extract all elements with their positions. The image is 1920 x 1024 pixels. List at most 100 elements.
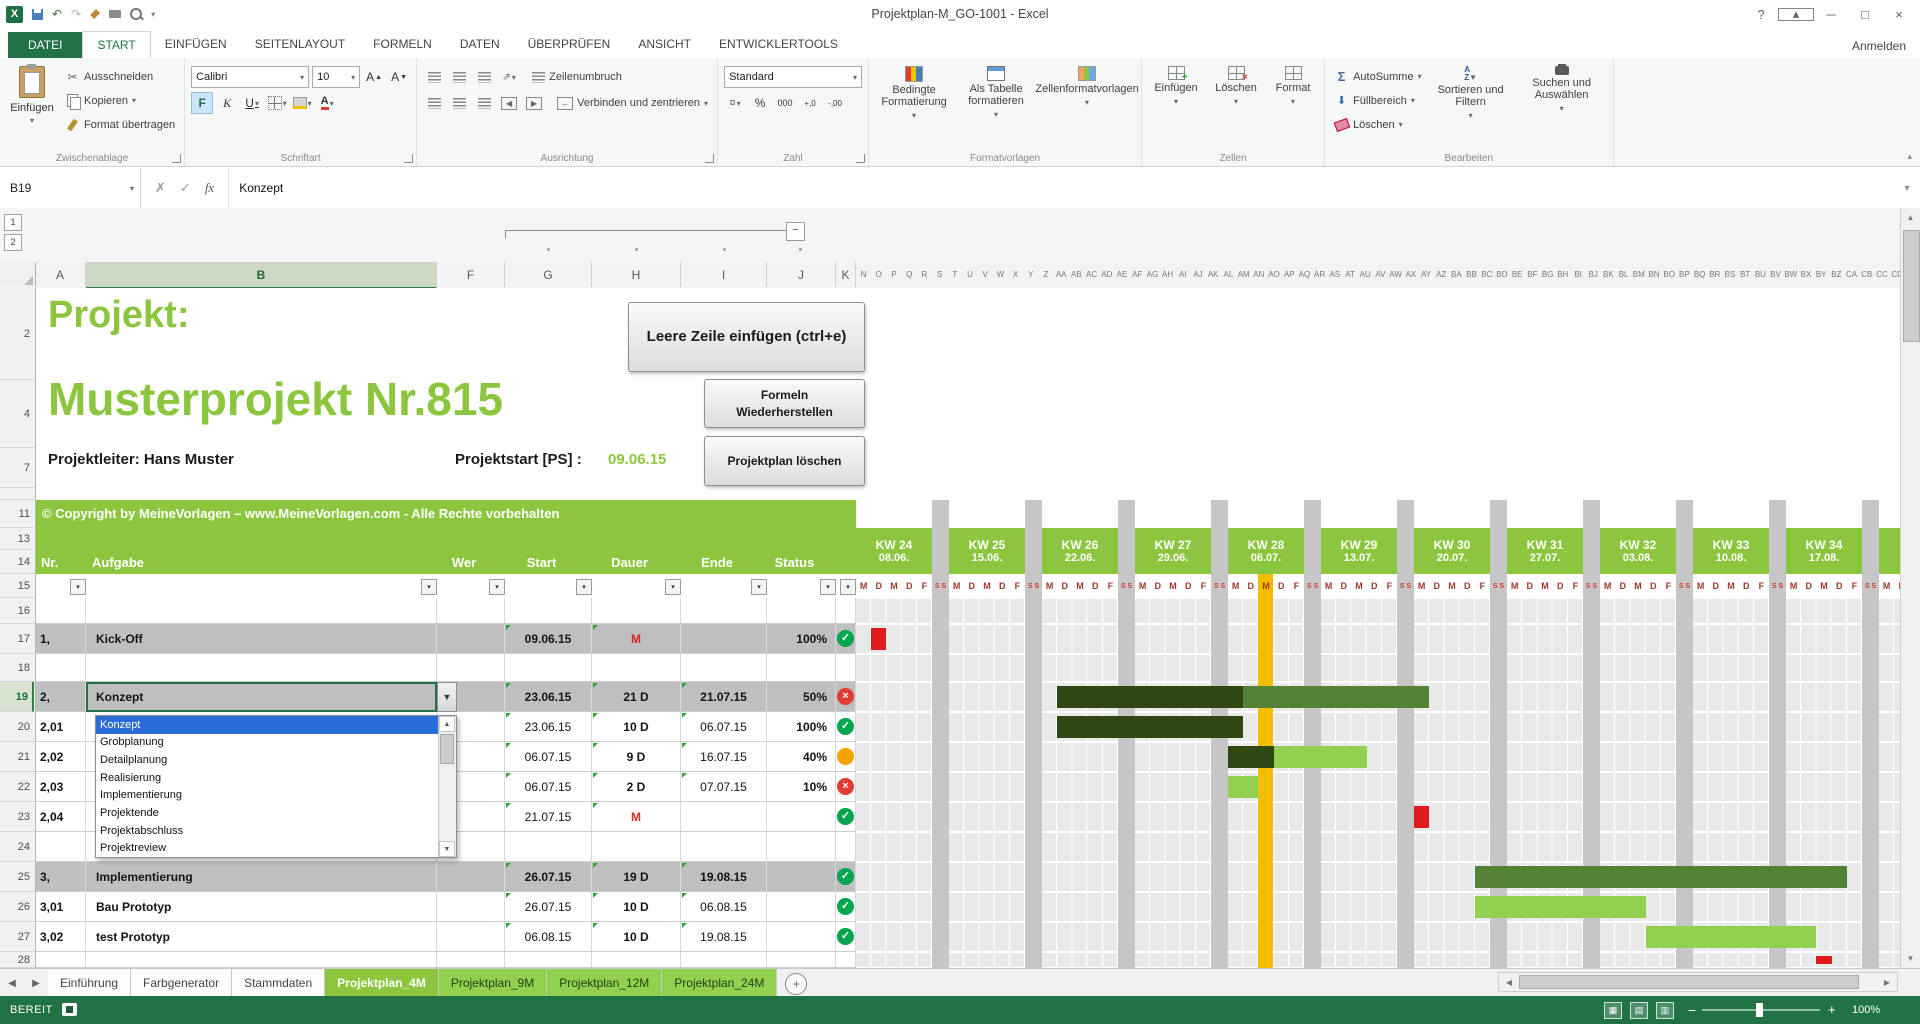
column-header-AB[interactable]: AB bbox=[1069, 262, 1084, 287]
sort-filter-button[interactable]: AZ▼ Sortieren und Filtern▾ bbox=[1429, 62, 1513, 122]
cell-I26[interactable]: 06.08.15 bbox=[681, 892, 767, 921]
cell-B17[interactable]: Kick-Off bbox=[86, 624, 437, 653]
dropdown-item[interactable]: Konzept bbox=[96, 716, 438, 734]
filter-button-B[interactable]: ▾ bbox=[421, 579, 437, 595]
cell-J25[interactable] bbox=[767, 862, 836, 891]
ribbon-tab-entwicklertools[interactable]: ENTWICKLERTOOLS bbox=[705, 31, 852, 57]
formula-input[interactable]: Konzept bbox=[229, 168, 1894, 208]
cell-H26[interactable]: 10 D bbox=[592, 892, 681, 921]
dropdown-item[interactable]: Realisierung bbox=[96, 769, 438, 787]
align-bottom-button[interactable] bbox=[473, 66, 495, 88]
clear-button[interactable]: Löschen▾ bbox=[1331, 114, 1425, 135]
cell-K26[interactable]: ✓ bbox=[836, 892, 856, 921]
dropdown-item[interactable]: Projektende bbox=[96, 804, 438, 822]
row-header-16[interactable]: 16 bbox=[0, 598, 34, 624]
cancel-formula-icon[interactable]: ✗ bbox=[155, 180, 166, 196]
delete-cells-button[interactable]: × Löschen▾ bbox=[1208, 62, 1264, 108]
column-header-AN[interactable]: AN bbox=[1251, 262, 1266, 287]
scrollbar-thumb[interactable] bbox=[1519, 975, 1859, 989]
name-box-arrow-icon[interactable]: ▾ bbox=[130, 184, 140, 193]
gantt-row-cells-26[interactable] bbox=[856, 893, 1900, 921]
row-header-2[interactable]: 2 bbox=[0, 288, 34, 380]
sheet-tab-projektplan_9m[interactable]: Projektplan_9M bbox=[439, 969, 547, 997]
row-header-25[interactable]: 25 bbox=[0, 862, 34, 892]
column-header-BZ[interactable]: BZ bbox=[1829, 262, 1844, 287]
cell-K27[interactable]: ✓ bbox=[836, 922, 856, 951]
column-header-Q[interactable]: Q bbox=[902, 262, 917, 287]
column-header-W[interactable]: W bbox=[993, 262, 1008, 287]
cell-H18[interactable] bbox=[592, 654, 681, 681]
column-header-Y[interactable]: Y bbox=[1023, 262, 1038, 287]
sheet-tab-stammdaten[interactable]: Stammdaten bbox=[232, 969, 325, 997]
cell-J27[interactable] bbox=[767, 922, 836, 951]
wrap-text-button[interactable]: Zeilenumbruch bbox=[529, 67, 625, 88]
cell-J21[interactable]: 40% bbox=[767, 742, 836, 771]
cell-J20[interactable]: 100% bbox=[767, 712, 836, 741]
cell-H24[interactable] bbox=[592, 832, 681, 861]
cell-K16[interactable] bbox=[836, 598, 856, 623]
cell-J23[interactable] bbox=[767, 802, 836, 831]
column-header-BF[interactable]: BF bbox=[1525, 262, 1540, 287]
cell-I24[interactable] bbox=[681, 832, 767, 861]
thousands-format-button[interactable]: 000 bbox=[774, 92, 796, 114]
column-header-AL[interactable]: AL bbox=[1221, 262, 1236, 287]
cell-G21[interactable]: 06.07.15 bbox=[505, 742, 592, 771]
cell-G23[interactable]: 21.07.15 bbox=[505, 802, 592, 831]
column-header-Z[interactable]: Z bbox=[1038, 262, 1053, 287]
scrollbar-thumb[interactable] bbox=[1903, 230, 1920, 342]
dialog-launcher-icon[interactable] bbox=[404, 154, 413, 163]
cell-G26[interactable]: 26.07.15 bbox=[505, 892, 592, 921]
name-box[interactable]: B19▾ bbox=[0, 168, 141, 208]
fill-color-button[interactable]: ▾ bbox=[291, 92, 313, 114]
enter-formula-icon[interactable]: ✓ bbox=[180, 180, 191, 196]
row-header-19[interactable]: 19 bbox=[0, 682, 34, 712]
column-header-BL[interactable]: BL bbox=[1616, 262, 1631, 287]
number-format-combo[interactable]: Standard▾ bbox=[724, 66, 862, 88]
cell-K24[interactable] bbox=[836, 832, 856, 861]
cell-G28[interactable] bbox=[505, 952, 592, 967]
cell-F25[interactable] bbox=[437, 862, 505, 891]
column-header-BC[interactable]: BC bbox=[1479, 262, 1494, 287]
row-header-hidden[interactable] bbox=[0, 488, 34, 500]
column-header-AG[interactable]: AG bbox=[1145, 262, 1160, 287]
copy-button[interactable]: Kopieren▾ bbox=[62, 90, 178, 111]
cell-K22[interactable]: × bbox=[836, 772, 856, 801]
cell-G27[interactable]: 06.08.15 bbox=[505, 922, 592, 951]
insert-function-icon[interactable]: fx bbox=[205, 180, 214, 196]
column-header-BJ[interactable]: BJ bbox=[1586, 262, 1601, 287]
column-header-AC[interactable]: AC bbox=[1084, 262, 1099, 287]
minimize-button[interactable]: ─ bbox=[1814, 7, 1848, 22]
cell-G24[interactable] bbox=[505, 832, 592, 861]
row-header-27[interactable]: 27 bbox=[0, 922, 34, 952]
zoom-out-icon[interactable]: − bbox=[1688, 996, 1696, 1024]
fill-button[interactable]: ⬇Füllbereich▾ bbox=[1331, 90, 1425, 111]
cell-I23[interactable] bbox=[681, 802, 767, 831]
cut-button[interactable]: ✂Ausschneiden bbox=[62, 66, 178, 87]
cell-I19[interactable]: 21.07.15 bbox=[681, 682, 767, 711]
column-header-S[interactable]: S bbox=[932, 262, 947, 287]
sheet-tab-farbgenerator[interactable]: Farbgenerator bbox=[131, 969, 232, 997]
gantt-row-cells-17[interactable] bbox=[856, 625, 1900, 653]
ribbon-display-button[interactable]: ▴ bbox=[1778, 8, 1814, 21]
cell-B25[interactable]: Implementierung bbox=[86, 862, 437, 891]
sheet-tab-projektplan_24m[interactable]: Projektplan_24M bbox=[662, 969, 777, 997]
ribbon-tab-einfügen[interactable]: EINFÜGEN bbox=[151, 31, 241, 57]
vertical-scrollbar[interactable]: ▲ ▼ bbox=[1900, 208, 1920, 968]
select-all-corner[interactable] bbox=[0, 262, 36, 287]
column-header-AZ[interactable]: AZ bbox=[1434, 262, 1449, 287]
cell-K28[interactable] bbox=[836, 952, 856, 967]
percent-format-button[interactable]: % bbox=[749, 92, 771, 114]
column-header-BP[interactable]: BP bbox=[1677, 262, 1692, 287]
column-header-AM[interactable]: AM bbox=[1236, 262, 1251, 287]
ribbon-tab-ansicht[interactable]: ANSICHT bbox=[624, 31, 705, 57]
column-header-BI[interactable]: BI bbox=[1570, 262, 1585, 287]
cell-I18[interactable] bbox=[681, 654, 767, 681]
dialog-launcher-icon[interactable] bbox=[856, 154, 865, 163]
column-header-P[interactable]: P bbox=[886, 262, 901, 287]
row-header-14[interactable]: 14 bbox=[0, 550, 34, 574]
column-header-AH[interactable]: AH bbox=[1160, 262, 1175, 287]
scroll-down-icon[interactable]: ▼ bbox=[1901, 949, 1920, 968]
cell-H20[interactable]: 10 D bbox=[592, 712, 681, 741]
cell-I22[interactable]: 07.07.15 bbox=[681, 772, 767, 801]
column-header-BO[interactable]: BO bbox=[1662, 262, 1677, 287]
